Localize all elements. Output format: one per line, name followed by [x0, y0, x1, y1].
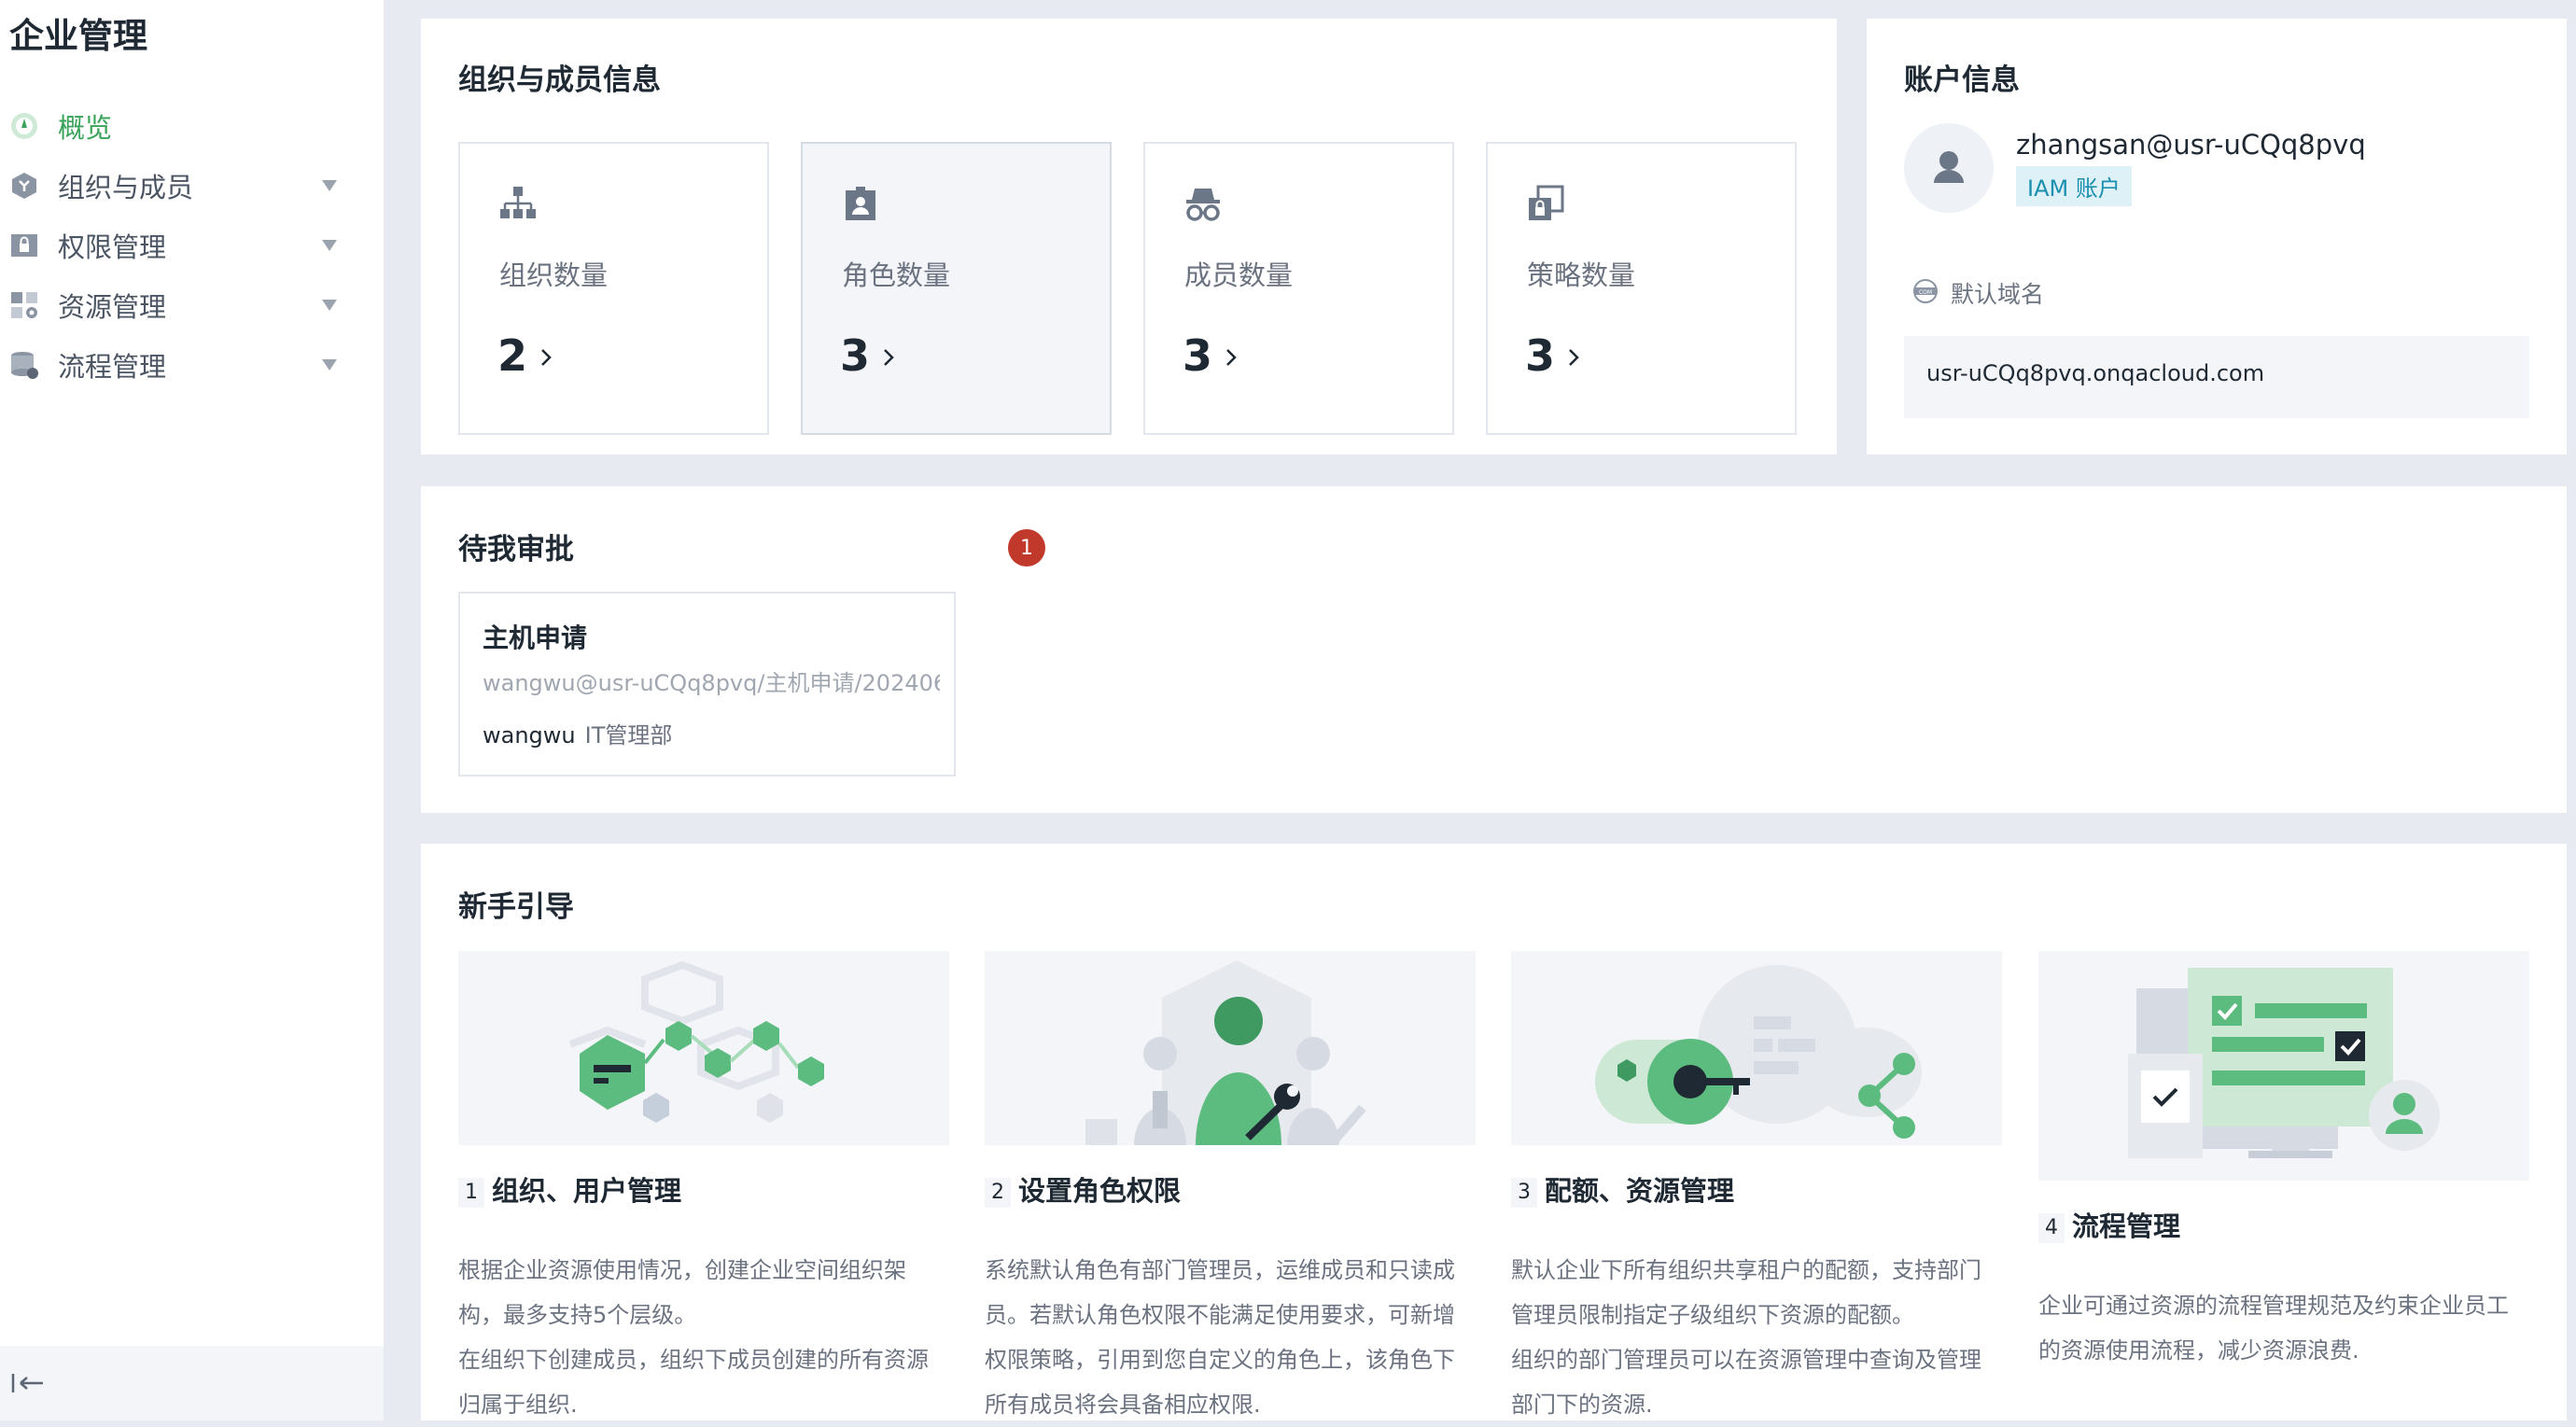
approval-panel: 待我审批 1 主机申请 wangwu@usr-uCQq8pvq/主机申请/202…: [421, 486, 2567, 813]
sidebar: 企业管理 概览 组织与成员 权限管理 资源管理 流程管理: [0, 0, 384, 1420]
resource-icon: [11, 292, 37, 318]
stat-card-member[interactable]: 成员数量 3: [1143, 142, 1454, 435]
sidebar-item-process[interactable]: 流程管理: [0, 339, 373, 391]
approval-card[interactable]: 主机申请 wangwu@usr-uCQq8pvq/主机申请/202406... …: [458, 592, 956, 776]
stat-label: 策略数量: [1527, 259, 1636, 291]
chevron-right-icon: [1569, 349, 1579, 366]
account-panel: 账户信息 zhangsan@usr-uCQq8pvq IAM 账户 COM 默认…: [1867, 19, 2567, 455]
org-member-icon: [12, 173, 36, 199]
approval-requester: wangwu IT管理部: [483, 717, 672, 749]
member-spy-icon: [1186, 189, 1220, 221]
step-title-text: 组织、用户管理: [492, 1175, 682, 1207]
sidebar-item-permission[interactable]: 权限管理: [0, 219, 373, 272]
chevron-down-icon: [322, 300, 337, 311]
sidebar-item-label: 流程管理: [58, 351, 167, 383]
guide-step-desc: 默认企业下所有组织共享租户的配额，支持部门管理员限制指定子级组织下资源的配额。 …: [1511, 1248, 2002, 1427]
pending-count-badge: 1: [1008, 529, 1045, 567]
guide-step-desc: 企业可通过资源的流程管理规范及约束企业员工的资源使用流程，减少资源浪费.: [2038, 1283, 2529, 1373]
approval-dept: IT管理部: [584, 722, 673, 748]
domain-box: usr-uCQq8pvq.onqacloud.com: [1904, 336, 2529, 418]
stat-card-policy[interactable]: 策略数量 3: [1486, 142, 1797, 435]
role-badge-icon: [846, 187, 875, 220]
collapse-sidebar-icon[interactable]: [9, 1368, 47, 1398]
domain-value: usr-uCQq8pvq.onqacloud.com: [1926, 360, 2265, 386]
sidebar-item-org-member[interactable]: 组织与成员: [0, 160, 373, 212]
user-icon: [1934, 151, 1964, 183]
stat-value: 3: [1183, 330, 1213, 381]
sidebar-item-label: 资源管理: [58, 291, 167, 323]
org-network-illustration: [458, 951, 949, 1145]
step-title-text: 流程管理: [2072, 1210, 2181, 1242]
stat-label: 组织数量: [499, 259, 609, 291]
stat-value: 2: [497, 330, 528, 381]
guide-step-desc: 根据企业资源使用情况，创建企业空间组织架构，最多支持5个层级。 在组织下创建成员…: [458, 1248, 949, 1427]
step-title-text: 设置角色权限: [1018, 1175, 1182, 1207]
desc-paragraph: 在组织下创建成员，组织下成员创建的所有资源归属于组织.: [458, 1347, 929, 1418]
stat-label: 角色数量: [842, 259, 951, 291]
panel-title: 新手引导: [458, 890, 574, 924]
guide-step-title: 1 组织、用户管理: [458, 1169, 681, 1209]
overview-icon: [11, 113, 37, 139]
chevron-right-icon: [541, 349, 552, 366]
sidebar-item-overview[interactable]: 概览: [0, 100, 373, 152]
desc-paragraph: 系统默认角色有部门管理员，运维成员和只读成员。若默认角色权限不能满足使用要求，可…: [985, 1257, 1455, 1418]
desc-paragraph: 根据企业资源使用情况，创建企业空间组织架构，最多支持5个层级。: [458, 1257, 906, 1328]
approval-user: wangwu: [483, 722, 576, 748]
stat-card-role[interactable]: 角色数量 3: [801, 142, 1112, 435]
stat-card-org[interactable]: 组织数量 2: [458, 142, 769, 435]
process-icon: [11, 352, 38, 379]
panel-title: 账户信息: [1904, 63, 2020, 97]
step-number: 2: [985, 1178, 1011, 1208]
desc-paragraph: 企业可通过资源的流程管理规范及约束企业员工的资源使用流程，减少资源浪费.: [2038, 1293, 2509, 1364]
chevron-right-icon: [884, 349, 894, 366]
sidebar-item-label: 组织与成员: [58, 172, 194, 203]
chevron-right-icon: [1226, 349, 1237, 366]
account-type-badge: IAM 账户: [2016, 166, 2132, 206]
avatar: [1904, 123, 1994, 213]
guide-panel: 新手引导 1 组织、用户管理 根据企业资源使用情况，创建企业空间组织架构，最多支…: [421, 844, 2567, 1420]
permission-icon: [11, 234, 37, 257]
guide-step-desc: 系统默认角色有部门管理员，运维成员和只读成员。若默认角色权限不能满足使用要求，可…: [985, 1248, 1476, 1427]
quota-resource-illustration: [1511, 951, 2002, 1145]
account-username: zhangsan@usr-uCQq8pvq: [2016, 129, 2366, 161]
panel-title: 组织与成员信息: [458, 63, 661, 97]
approval-path: wangwu@usr-uCQq8pvq/主机申请/202406...: [483, 670, 940, 696]
step-title-text: 配额、资源管理: [1545, 1175, 1735, 1207]
chevron-down-icon: [322, 240, 337, 251]
guide-step-title: 4 流程管理: [2038, 1205, 2180, 1244]
process-management-illustration: [2038, 951, 2529, 1181]
sidebar-item-label: 概览: [58, 112, 113, 144]
sidebar-item-resource[interactable]: 资源管理: [0, 279, 373, 331]
chevron-down-icon: [322, 180, 337, 191]
org-tree-icon: [500, 187, 536, 218]
step-number: 1: [458, 1178, 484, 1208]
step-number: 3: [1511, 1178, 1537, 1208]
sidebar-item-label: 权限管理: [58, 231, 167, 263]
svg-text:COM: COM: [1919, 289, 1932, 296]
sidebar-footer: [0, 1346, 384, 1420]
stat-label: 成员数量: [1184, 259, 1294, 291]
policy-lock-icon: [1529, 185, 1564, 220]
sidebar-title: 企业管理: [9, 16, 147, 56]
chevron-down-icon: [322, 359, 337, 371]
step-number: 4: [2038, 1213, 2065, 1243]
org-member-panel: 组织与成员信息 组织数量 2 角色数量 3 成员数量 3 策略数量 3: [421, 19, 1837, 455]
role-permission-illustration: [985, 951, 1476, 1145]
guide-step-title: 3 配额、资源管理: [1511, 1169, 1734, 1209]
domain-com-icon: COM: [1913, 279, 1938, 303]
panel-title: 待我审批: [458, 533, 574, 567]
stat-value: 3: [1525, 330, 1556, 381]
desc-paragraph: 组织的部门管理员可以在资源管理中查询及管理部门下的资源.: [1511, 1347, 1981, 1418]
desc-paragraph: 默认企业下所有组织共享租户的配额，支持部门管理员限制指定子级组织下资源的配额。: [1511, 1257, 1981, 1328]
approval-title: 主机申请: [483, 623, 588, 653]
stat-value: 3: [840, 330, 871, 381]
domain-label: 默认域名: [1951, 281, 2045, 308]
guide-step-title: 2 设置角色权限: [985, 1169, 1181, 1209]
